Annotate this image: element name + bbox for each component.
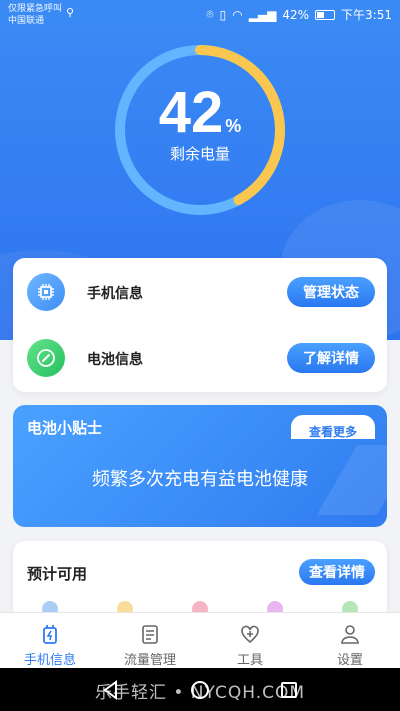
back-icon[interactable] — [100, 679, 122, 701]
view-more-button[interactable]: 查看更多 — [291, 415, 375, 439]
battery-percent: 42% — [282, 7, 310, 22]
signal-icon: ▂▄▆ — [248, 7, 277, 22]
carrier-name: 中国联通 — [8, 16, 45, 26]
person-icon — [341, 625, 359, 644]
heart-plus-icon — [241, 625, 259, 644]
status-bar: 仅限紧急呼叫 中国联通 ⚲ ⌾ ▯ ◠ ▂▄▆ 42% 下午3:51 — [0, 0, 400, 28]
status-icons: ⌾ ▯ ◠ ▂▄▆ 42% 下午3:51 — [206, 6, 392, 23]
tip-text: 频繁多次充电有益电池健康 — [92, 469, 308, 490]
remaining-label: 剩余电量 — [169, 145, 230, 163]
tips-title: 电池小贴士 — [27, 419, 103, 437]
chip-icon — [27, 273, 65, 311]
document-icon — [142, 625, 158, 644]
tab-settings[interactable]: 设置 — [300, 613, 400, 668]
tab-phone-info[interactable]: 手机信息 — [0, 613, 100, 668]
manage-status-button[interactable]: 管理状态 — [287, 277, 375, 307]
recents-icon[interactable] — [278, 679, 300, 701]
battery-icon — [315, 9, 336, 20]
battery-number: 42 — [158, 80, 224, 145]
carrier-info: 仅限紧急呼叫 中国联通 — [8, 3, 62, 27]
bottom-tab-bar: 手机信息 流量管理 工具 设置 — [0, 612, 400, 668]
tab-traffic[interactable]: 流量管理 — [100, 613, 200, 668]
tab-label: 工具 — [236, 653, 263, 668]
battery-info-label: 电池信息 — [87, 352, 143, 368]
location-icon: ⌾ — [206, 7, 214, 21]
info-card: 手机信息 管理状态 电池信息 了解详情 — [13, 258, 387, 392]
tab-label: 设置 — [336, 653, 363, 668]
tab-label: 手机信息 — [23, 653, 76, 668]
usb-icon: ⚲ — [66, 6, 75, 19]
emergency-text: 仅限紧急呼叫 — [8, 4, 63, 14]
estimate-card: 预计可用 查看详情 — [13, 541, 387, 621]
phone-info-row: 手机信息 管理状态 — [13, 268, 387, 318]
vibrate-icon: ▯ — [219, 7, 227, 22]
system-nav-bar: 乐手轻汇 • NYCQH.COM — [0, 668, 400, 711]
battery-plug-icon — [43, 625, 57, 644]
wifi-icon: ◠ — [232, 7, 243, 22]
battery-info-row: 电池信息 了解详情 — [13, 334, 387, 384]
percent-sign: % — [225, 116, 242, 136]
tab-label: 流量管理 — [123, 653, 176, 668]
battery-tips-card: 电池小贴士 查看更多 频繁多次充电有益电池健康 — [13, 405, 387, 527]
gauge-icon — [27, 339, 65, 377]
phone-info-label: 手机信息 — [87, 286, 143, 302]
view-details-button[interactable]: 查看详情 — [299, 559, 375, 585]
clock: 下午3:51 — [341, 8, 392, 22]
tab-tools[interactable]: 工具 — [200, 613, 300, 668]
learn-details-button[interactable]: 了解详情 — [287, 343, 375, 373]
battery-gauge: 42% 剩余电量 — [110, 40, 290, 220]
estimate-title: 预计可用 — [27, 565, 88, 583]
home-icon[interactable] — [189, 679, 211, 701]
